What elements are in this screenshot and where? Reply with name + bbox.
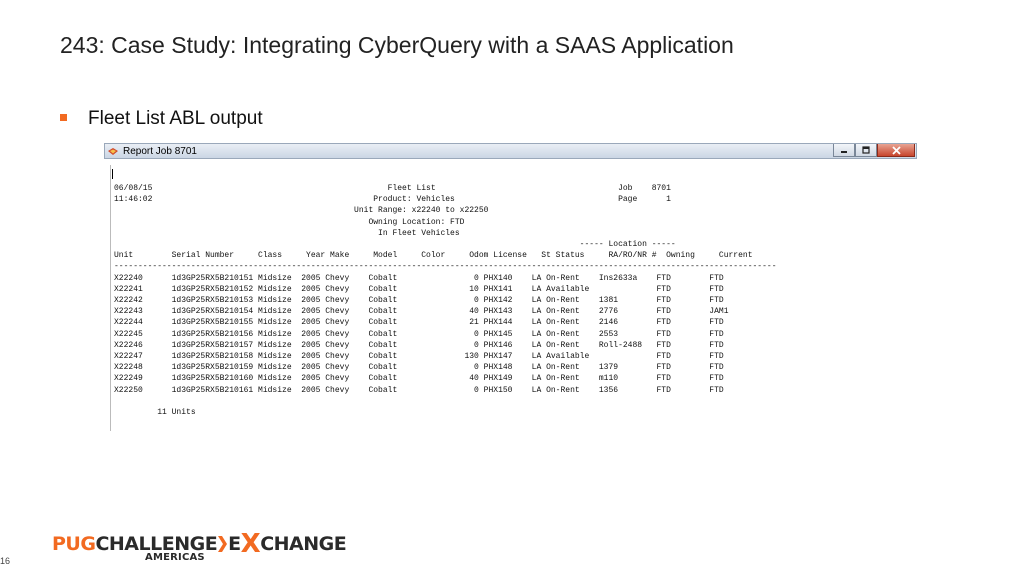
- report-output-area[interactable]: 06/08/15 Fleet List Job 8701 11:46:02 Pr…: [110, 165, 914, 431]
- report-row: X22249 1d3GP25RX5B210160 Midsize 2005 Ch…: [114, 374, 724, 384]
- report-row: X22247 1d3GP25RX5B210158 Midsize 2005 Ch…: [114, 352, 724, 362]
- report-app-icon[interactable]: [108, 147, 119, 156]
- bullet-text: Fleet List ABL output: [88, 108, 263, 129]
- report-row: X22243 1d3GP25RX5B210154 Midsize 2005 Ch…: [114, 307, 729, 317]
- report-footer: 11 Units: [114, 408, 196, 418]
- square-bullet-icon: [60, 114, 67, 121]
- maximize-button[interactable]: [855, 144, 877, 157]
- window-titlebar[interactable]: Report Job 8701: [104, 143, 917, 159]
- report-header-line: ----- Location -----: [114, 240, 676, 250]
- close-icon: [891, 145, 901, 155]
- report-row: X22250 1d3GP25RX5B210161 Midsize 2005 Ch…: [114, 385, 724, 395]
- report-row: X22246 1d3GP25RX5B210157 Midsize 2005 Ch…: [114, 340, 724, 350]
- report-row: X22245 1d3GP25RX5B210156 Midsize 2005 Ch…: [114, 329, 724, 339]
- minimize-icon: [841, 151, 847, 153]
- report-header-line: In Fleet Vehicles: [114, 228, 460, 238]
- report-header-line: Unit Range: x22240 to x22250: [114, 206, 489, 216]
- logo-x: X: [240, 529, 261, 559]
- window-controls: [833, 144, 915, 159]
- pug-challenge-logo: PUG CHALLENGE E X CHANGE AMERICAS: [52, 529, 347, 563]
- report-text: 06/08/15 Fleet List Job 8701 11:46:02 Pr…: [114, 183, 777, 418]
- report-header-line: 06/08/15 Fleet List Job 8701: [114, 184, 671, 193]
- report-row: X22242 1d3GP25RX5B210153 Midsize 2005 Ch…: [114, 296, 724, 306]
- minimize-button[interactable]: [833, 144, 855, 157]
- maximize-icon: [862, 146, 870, 154]
- logo-pug: PUG: [52, 533, 96, 555]
- logo-chevron-icon: [218, 536, 228, 552]
- logo-challenge: CHALLENGE: [95, 533, 218, 555]
- logo-e: E: [228, 533, 241, 555]
- text-cursor: [112, 169, 113, 179]
- report-row: X22244 1d3GP25RX5B210155 Midsize 2005 Ch…: [114, 318, 724, 328]
- close-button[interactable]: [877, 144, 915, 157]
- report-row: X22240 1d3GP25RX5B210151 Midsize 2005 Ch…: [114, 273, 724, 283]
- logo-change: CHANGE: [260, 533, 347, 555]
- bullet-item: Fleet List ABL output: [60, 108, 263, 130]
- report-window: Report Job 8701 06/08/15 Fleet List Job …: [104, 143, 917, 433]
- report-row: X22248 1d3GP25RX5B210159 Midsize 2005 Ch…: [114, 363, 724, 373]
- report-header-line: 11:46:02 Product: Vehicles Page 1: [114, 195, 671, 205]
- window-title: Report Job 8701: [123, 145, 197, 157]
- report-header-line: Owning Location: FTD: [114, 217, 465, 227]
- report-row: X22241 1d3GP25RX5B210152 Midsize 2005 Ch…: [114, 284, 724, 294]
- report-column-headers: Unit Serial Number Class Year Make Model…: [114, 251, 753, 261]
- slide-title: 243: Case Study: Integrating CyberQuery …: [60, 32, 734, 58]
- report-separator: ----------------------------------------…: [114, 262, 777, 272]
- page-number: 16: [0, 556, 11, 566]
